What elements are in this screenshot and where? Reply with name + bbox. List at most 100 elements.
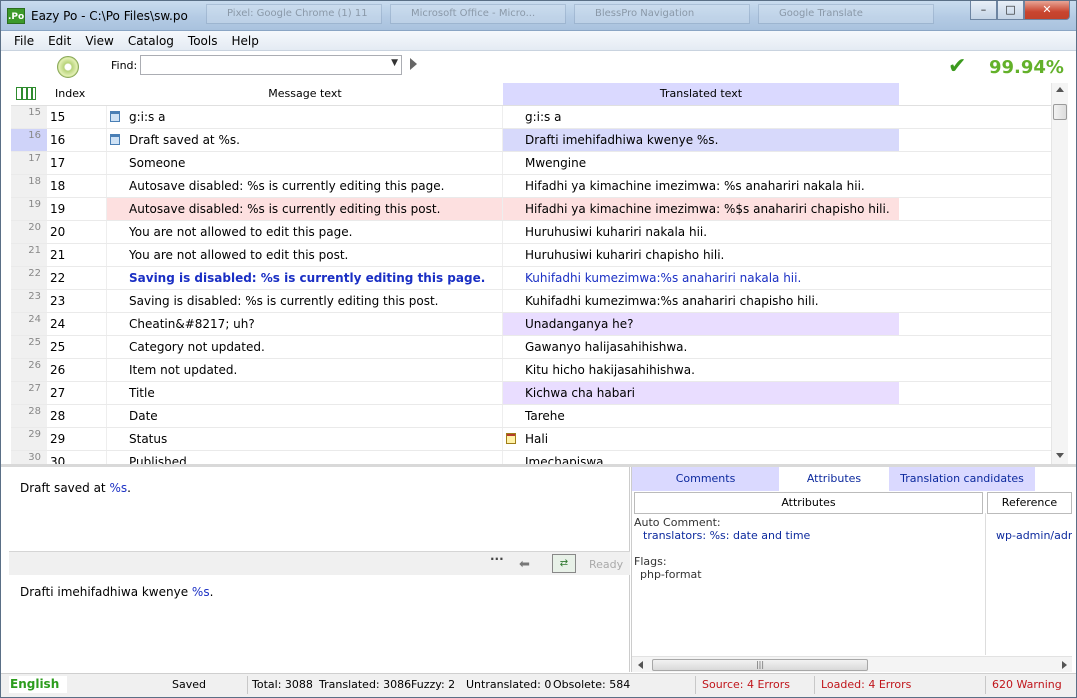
menu-edit[interactable]: Edit xyxy=(41,31,78,50)
menu-view[interactable]: View xyxy=(78,31,120,50)
scroll-up-icon[interactable] xyxy=(1056,87,1064,92)
column-header-message[interactable]: Message text xyxy=(107,83,503,105)
source-text-suffix: . xyxy=(127,481,131,495)
menu-tools[interactable]: Tools xyxy=(181,31,225,50)
tab-comments[interactable]: Comments xyxy=(632,467,779,491)
table-row[interactable]: 18 18 Autosave disabled: %s is currently… xyxy=(11,175,1051,198)
row-number: 28 xyxy=(11,405,47,427)
arrow-left-icon[interactable]: ⬅ xyxy=(519,557,530,572)
table-row[interactable]: 23 23 Saving is disabled: %s is currentl… xyxy=(11,290,1051,313)
table-row[interactable]: 25 25 Category not updated. Gawanyo hali… xyxy=(11,336,1051,359)
row-translation: Kitu hicho hakijasahihishwa. xyxy=(525,363,695,377)
table-row[interactable]: 30 30 Published Imechapiswa xyxy=(11,451,1051,464)
row-index: 28 xyxy=(47,405,107,427)
app-window: .Po Eazy Po - C:\Po Files\sw.po Pixel: G… xyxy=(0,0,1077,698)
row-translation: Mwengine xyxy=(525,156,587,170)
scroll-right-icon[interactable] xyxy=(1062,661,1067,669)
attributes-header[interactable]: Attributes xyxy=(634,492,983,514)
row-index: 17 xyxy=(47,152,107,174)
row-message: Title xyxy=(107,382,503,404)
table-row[interactable]: 21 21 You are not allowed to edit this p… xyxy=(11,244,1051,267)
table-row[interactable]: 20 20 You are not allowed to edit this p… xyxy=(11,221,1051,244)
column-divider xyxy=(985,513,986,655)
status-bar: English Saved Total: 3088 Translated: 30… xyxy=(1,673,1076,697)
check-icon: ✔ xyxy=(948,54,967,79)
disc-icon[interactable] xyxy=(57,56,79,78)
find-next-icon[interactable] xyxy=(410,58,417,70)
table-row[interactable]: 27 27 Title Kichwa cha habari xyxy=(11,382,1051,405)
table-row[interactable]: 24 24 Cheatin&#8217; uh? Unadanganya he? xyxy=(11,313,1051,336)
window-controls: – □ ✕ xyxy=(970,1,1070,20)
menu-help[interactable]: Help xyxy=(224,31,265,50)
row-index: 25 xyxy=(47,336,107,358)
source-placeholder: %s xyxy=(109,481,128,495)
find-input[interactable]: ▼ xyxy=(140,55,402,75)
table-row[interactable]: 15 15 g:i:s a g:i:s a xyxy=(11,106,1051,129)
row-index: 27 xyxy=(47,382,107,404)
ghost-tab: Pixel: Google Chrome (1) 11 xyxy=(206,4,382,24)
flags-value: php-format xyxy=(640,568,702,581)
table-row[interactable]: 26 26 Item not updated. Kitu hicho hakij… xyxy=(11,359,1051,382)
details-panel: Comments Attributes Translation candidat… xyxy=(631,467,1072,672)
row-translation: Imechapiswa xyxy=(525,455,604,464)
table-row[interactable]: 17 17 Someone Mwengine xyxy=(11,152,1051,175)
table-row-error[interactable]: 19 19 Autosave disabled: %s is currently… xyxy=(11,198,1051,221)
row-message: Cheatin&#8217; uh? xyxy=(107,313,503,335)
scroll-thumb[interactable]: ||| xyxy=(652,659,868,671)
scroll-left-icon[interactable] xyxy=(638,661,643,669)
row-translation: Gawanyo halijasahihishwa. xyxy=(525,340,688,354)
scroll-down-icon[interactable] xyxy=(1056,453,1064,458)
row-number: 29 xyxy=(11,428,47,450)
chevron-down-icon[interactable]: ▼ xyxy=(391,58,398,68)
document-icon xyxy=(110,134,120,145)
editor-toolbar: ··· ⬅ ⇄ Ready xyxy=(9,551,630,575)
row-message: g:i:s a xyxy=(107,106,503,128)
menu-file[interactable]: File xyxy=(7,31,41,50)
minimize-button[interactable]: – xyxy=(970,1,997,20)
translation-text[interactable]: Drafti imehifadhiwa kwenye %s. xyxy=(20,585,213,599)
translation-editor[interactable]: Drafti imehifadhiwa kwenye %s. xyxy=(9,575,630,672)
row-translation: Hifadhi ya kimachine imezimwa: %s anahar… xyxy=(525,179,865,193)
row-translation: Huruhusiwi kuhariri chapisho hili. xyxy=(525,248,725,262)
status-language[interactable]: English xyxy=(9,676,67,693)
status-warnings[interactable]: 620 Warning xyxy=(992,678,1062,691)
row-index: 22 xyxy=(47,267,107,289)
column-header-translated[interactable]: Translated text xyxy=(503,83,899,105)
grid-vertical-scrollbar[interactable] xyxy=(1051,83,1068,464)
panel-horizontal-scrollbar[interactable]: ||| xyxy=(632,656,1072,672)
copy-source-icon[interactable]: ⇄ xyxy=(552,554,576,573)
more-options-icon[interactable]: ··· xyxy=(490,552,504,566)
row-translation: Unadanganya he? xyxy=(503,313,899,335)
row-translation: Kichwa cha habari xyxy=(503,382,899,404)
translation-placeholder: %s xyxy=(191,585,210,599)
columns-icon[interactable] xyxy=(11,83,47,106)
row-index: 18 xyxy=(47,175,107,197)
ready-status: Ready xyxy=(589,558,624,571)
table-row[interactable]: 22 22 Saving is disabled: %s is currentl… xyxy=(11,267,1051,290)
close-button[interactable]: ✕ xyxy=(1024,1,1070,20)
table-row[interactable]: 16 16 Draft saved at %s. Drafti imehifad… xyxy=(11,129,1051,152)
column-header-index[interactable]: Index xyxy=(47,83,107,105)
status-saved: Saved xyxy=(172,678,206,691)
reference-header[interactable]: Reference xyxy=(987,492,1072,514)
table-row[interactable]: 29 29 Status Hali xyxy=(11,428,1051,451)
row-message: Status xyxy=(107,428,503,450)
table-row[interactable]: 28 28 Date Tarehe xyxy=(11,405,1051,428)
row-number: 18 xyxy=(11,175,47,197)
completion-percent: 99.94% xyxy=(989,57,1064,78)
menu-catalog[interactable]: Catalog xyxy=(121,31,181,50)
maximize-button[interactable]: □ xyxy=(997,1,1024,20)
tab-attributes[interactable]: Attributes xyxy=(779,467,889,491)
status-obsolete: Obsolete: 584 xyxy=(553,678,631,691)
row-number: 19 xyxy=(11,198,47,220)
status-source-errors[interactable]: Source: 4 Errors xyxy=(702,678,790,691)
status-fuzzy: Fuzzy: 2 xyxy=(411,678,456,691)
reference-link[interactable]: wp-admin/admin xyxy=(996,529,1072,542)
row-translation: Drafti imehifadhiwa kwenye %s. xyxy=(503,129,899,151)
row-number: 30 xyxy=(11,451,47,464)
tab-translation-candidates[interactable]: Translation candidates xyxy=(889,467,1035,491)
row-index: 15 xyxy=(47,106,107,128)
scroll-thumb[interactable] xyxy=(1053,104,1067,120)
row-index: 19 xyxy=(47,198,107,220)
status-loaded-errors[interactable]: Loaded: 4 Errors xyxy=(821,678,911,691)
